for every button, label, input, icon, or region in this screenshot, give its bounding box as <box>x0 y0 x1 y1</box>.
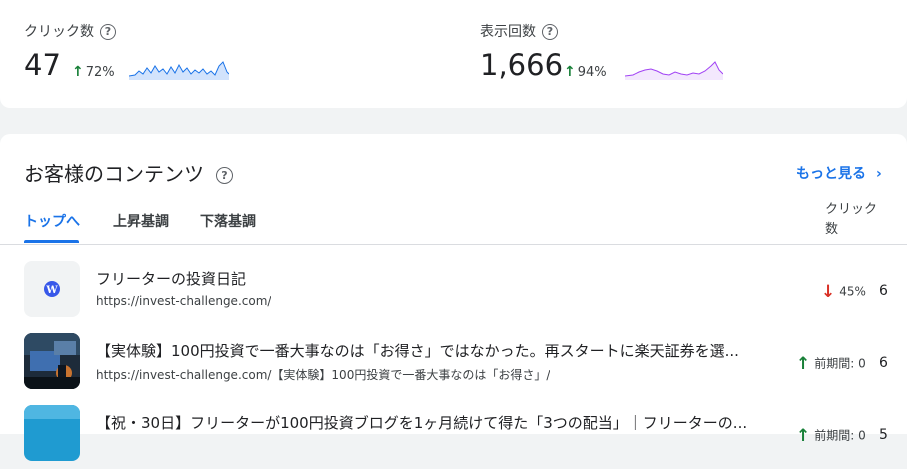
tab-top[interactable]: トップへ <box>24 211 80 231</box>
row-clicks: 5 <box>879 427 888 443</box>
help-icon[interactable]: ? <box>542 24 558 40</box>
page-url: https://invest-challenge.com/【実体験】100円投資… <box>96 368 551 382</box>
column-header-clicks[interactable]: クリック数 <box>825 200 889 240</box>
page-title[interactable]: 【祝・30日】フリーターが100円投資ブログを1ヶ月続けて得た「3つの配当」｜フ… <box>96 412 747 433</box>
metric-impressions[interactable]: 表示回数? 1,666 ↑ 94% <box>480 0 740 108</box>
row-clicks: 6 <box>879 283 888 299</box>
row-change: ↑ 前期間: 0 <box>796 426 866 446</box>
wordpress-icon: W <box>24 261 80 317</box>
metric-change: ↑ 94% <box>564 64 607 80</box>
help-icon[interactable]: ? <box>216 167 233 184</box>
page-url: https://invest-challenge.com/ <box>96 294 272 308</box>
arrow-down-icon: ↓ <box>821 282 836 302</box>
metric-label: 表示回数? <box>480 21 558 41</box>
photo-thumbnail <box>24 333 80 389</box>
more-link[interactable]: もっと見る › <box>796 163 882 183</box>
metrics-card: クリック数? 47 ↑ 72% 表示回数? 1,666 ↑ 94% <box>0 0 907 108</box>
section-title: お客様のコンテンツ? <box>24 158 233 187</box>
svg-text:W: W <box>45 285 58 296</box>
arrow-up-icon: ↑ <box>796 354 811 374</box>
table-row[interactable]: 【祝・30日】フリーターが100円投資ブログを1ヶ月続けて得た「3つの配当」｜フ… <box>0 405 907 469</box>
impressions-sparkline <box>625 61 723 80</box>
metric-label: クリック数? <box>24 21 116 41</box>
table-row[interactable]: W フリーターの投資日記 https://invest-challenge.co… <box>0 261 907 325</box>
metric-change: ↑ 72% <box>72 64 115 80</box>
chevron-right-icon: › <box>876 166 882 182</box>
clicks-sparkline <box>129 61 229 80</box>
photo-thumbnail <box>24 405 80 461</box>
row-change: ↑ 前期間: 0 <box>796 354 866 374</box>
arrow-up-icon: ↑ <box>72 64 84 80</box>
help-icon[interactable]: ? <box>100 24 116 40</box>
divider <box>0 244 907 245</box>
table-row[interactable]: 【実体験】100円投資で一番大事なのは「お得さ」ではなかった。再スタートに楽天証… <box>0 333 907 397</box>
tab-falling[interactable]: 下落基調 <box>200 211 256 231</box>
tab-rising[interactable]: 上昇基調 <box>113 211 169 231</box>
row-clicks: 6 <box>879 355 888 371</box>
active-tab-indicator <box>24 240 79 243</box>
metric-value: 1,666 <box>480 48 564 82</box>
metric-value: 47 <box>24 48 61 82</box>
page-title[interactable]: 【実体験】100円投資で一番大事なのは「お得さ」ではなかった。再スタートに楽天証… <box>96 340 739 361</box>
metric-clicks[interactable]: クリック数? 47 ↑ 72% <box>24 0 244 108</box>
row-change: ↓ 45% <box>821 282 866 302</box>
arrow-up-icon: ↑ <box>564 64 576 80</box>
arrow-up-icon: ↑ <box>796 426 811 446</box>
page-title[interactable]: フリーターの投資日記 <box>96 268 246 289</box>
